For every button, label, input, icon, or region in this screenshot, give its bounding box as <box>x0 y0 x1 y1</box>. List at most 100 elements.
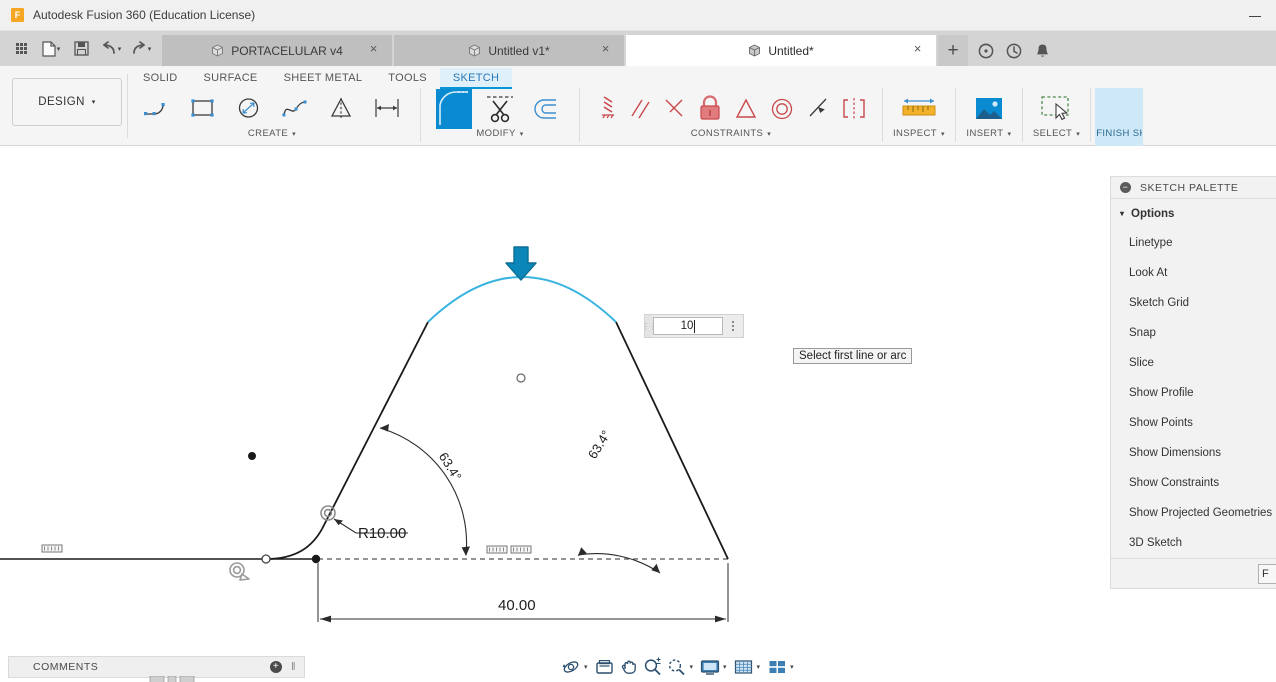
tool-concentric[interactable] <box>764 88 800 130</box>
tool-rectangle[interactable] <box>180 88 226 130</box>
help-button[interactable] <box>972 35 1000 66</box>
palette-item-linetype[interactable]: Linetype <box>1111 228 1276 258</box>
ribbon-tab-strip: SOLID SURFACE SHEET METAL TOOLS SKETCH <box>130 66 513 89</box>
look-at-button[interactable] <box>594 656 616 678</box>
perpendicular-icon <box>665 99 683 117</box>
panel-finish-sketch[interactable]: FINISH SKETCH <box>1095 88 1144 146</box>
ribbon-tab-surface[interactable]: SURFACE <box>191 68 271 87</box>
zoom-window-caret-icon[interactable]: ▾ <box>690 663 694 671</box>
ribbon-panels: CREATE ▾ MODIFY ▾ CONSTRAINTS ▾ INSPECT … <box>128 88 1144 146</box>
input-grip-icon[interactable]: ⋮⋮ <box>642 315 657 337</box>
palette-item-show-dimensions[interactable]: Show Dimensions <box>1111 438 1276 468</box>
palette-item-sketch-grid[interactable]: Sketch Grid <box>1111 288 1276 318</box>
ribbon-tab-sheet-metal[interactable]: SHEET METAL <box>271 68 376 87</box>
timeline-strip[interactable] <box>140 676 210 682</box>
panel-constraints-label[interactable]: CONSTRAINTS ▾ <box>691 128 771 139</box>
length-dimension-text[interactable]: 40.00 <box>498 597 536 614</box>
app-grid-icon <box>15 43 27 54</box>
redo-button[interactable]: ▾ <box>128 36 154 62</box>
input-options-button[interactable] <box>723 315 743 337</box>
tool-trim[interactable] <box>477 88 523 130</box>
tool-arc[interactable] <box>134 88 180 130</box>
notifications-button[interactable] <box>1028 35 1056 66</box>
zoom-window-button[interactable] <box>666 656 688 678</box>
tool-mirror[interactable] <box>318 88 364 130</box>
panel-insert-label[interactable]: INSERT ▾ <box>966 128 1011 139</box>
undo-button[interactable]: ▾ <box>98 36 124 62</box>
sketch-canvas[interactable]: R10.00 63.4° 63.4° 40.00 ⋮⋮ 10 Select fi… <box>0 147 1276 682</box>
new-file-button[interactable]: ▾ <box>38 36 64 62</box>
pan-button[interactable] <box>618 656 640 678</box>
tool-circle[interactable] <box>226 88 272 130</box>
ribbon-tab-sketch[interactable]: SKETCH <box>439 68 513 89</box>
tool-tangent[interactable] <box>800 88 836 130</box>
viewports-button[interactable] <box>766 656 788 678</box>
palette-item-show-profile[interactable]: Show Profile <box>1111 378 1276 408</box>
ribbon-tab-solid[interactable]: SOLID <box>130 68 191 87</box>
palette-item-show-constraints[interactable]: Show Constraints <box>1111 468 1276 498</box>
minimize-button[interactable] <box>1248 9 1262 22</box>
radius-dimension-text[interactable]: R10.00 <box>358 525 406 542</box>
viewports-caret-icon[interactable]: ▾ <box>790 663 794 671</box>
palette-item-show-points[interactable]: Show Points <box>1111 408 1276 438</box>
palette-item-look-at[interactable]: Look At <box>1111 258 1276 288</box>
grid-settings-caret-icon[interactable]: ▾ <box>757 663 761 671</box>
panel-finish-sketch-label: FINISH SKETCH <box>1096 128 1142 139</box>
panel-create-label[interactable]: CREATE ▾ <box>248 128 296 139</box>
tool-fix-unfix[interactable] <box>692 88 728 130</box>
tool-perpendicular[interactable] <box>658 88 692 130</box>
document-tab-close-icon[interactable]: × <box>599 42 612 56</box>
panel-modify-label[interactable]: MODIFY ▾ <box>476 128 523 139</box>
recent-activity-button[interactable] <box>1000 35 1028 66</box>
tool-offset[interactable] <box>523 88 569 130</box>
tool-select[interactable] <box>1034 88 1080 130</box>
workspace-selector[interactable]: DESIGN ▾ <box>12 78 122 126</box>
tool-symmetry[interactable] <box>836 88 872 130</box>
palette-item-snap[interactable]: Snap <box>1111 318 1276 348</box>
panel-select-label[interactable]: SELECT ▾ <box>1033 128 1080 139</box>
document-tab-untitled-v1[interactable]: Untitled v1* × <box>394 35 624 66</box>
document-tab-portacelular[interactable]: PORTACELULAR v4 × <box>162 35 392 66</box>
orbit-caret-icon[interactable]: ▾ <box>584 663 588 671</box>
coincident-icon <box>602 96 614 119</box>
top-highlighted-arc <box>427 276 617 323</box>
tool-fillet[interactable] <box>431 88 477 130</box>
add-comment-icon[interactable]: + <box>270 661 282 673</box>
tool-coincident[interactable] <box>590 88 624 130</box>
tool-parallel[interactable] <box>624 88 658 130</box>
document-tab-untitled-active[interactable]: Untitled* × <box>626 35 936 66</box>
tool-insert-image[interactable] <box>966 88 1012 130</box>
new-tab-button[interactable]: + <box>938 35 968 66</box>
fillet-radius-input[interactable]: 10 <box>653 317 723 335</box>
document-tab-close-icon[interactable]: × <box>911 42 924 56</box>
grid-settings-button[interactable] <box>733 656 755 678</box>
panel-inspect-label[interactable]: INSPECT ▾ <box>893 128 945 139</box>
save-button[interactable] <box>68 36 94 62</box>
tool-equal[interactable] <box>728 88 764 130</box>
orbit-button[interactable] <box>560 656 582 678</box>
parallel-icon <box>631 99 650 119</box>
app-grid-button[interactable] <box>8 36 34 62</box>
workspace-label: DESIGN <box>38 96 85 108</box>
palette-item-show-projected-geometries[interactable]: Show Projected Geometries <box>1111 498 1276 528</box>
display-settings-caret-icon[interactable]: ▾ <box>723 663 727 671</box>
comments-grip-icon[interactable]: ‖ <box>291 661 296 673</box>
zoom-button[interactable] <box>642 656 664 678</box>
tool-sketch-dimension[interactable] <box>364 88 410 130</box>
sketch-point <box>248 452 256 460</box>
palette-item-slice[interactable]: Slice <box>1111 348 1276 378</box>
pan-icon <box>621 660 636 674</box>
panel-select-text: SELECT <box>1032 128 1073 139</box>
palette-section-options[interactable]: ▾ Options <box>1111 199 1276 228</box>
palette-item-3d-sketch[interactable]: 3D Sketch <box>1111 528 1276 558</box>
document-tab-close-icon[interactable]: × <box>367 42 380 56</box>
tool-measure[interactable] <box>896 88 942 130</box>
palette-finish-sketch-button[interactable]: F <box>1258 564 1276 584</box>
fillet-radius-input-box[interactable]: ⋮⋮ 10 <box>642 314 744 338</box>
palette-minimize-icon[interactable]: − <box>1120 182 1131 193</box>
comments-panel[interactable]: COMMENTS + ‖ <box>8 656 305 678</box>
tool-spline[interactable] <box>272 88 318 130</box>
tangent-icon <box>809 98 827 117</box>
display-settings-button[interactable] <box>699 656 721 678</box>
ribbon-tab-tools[interactable]: TOOLS <box>375 68 440 87</box>
